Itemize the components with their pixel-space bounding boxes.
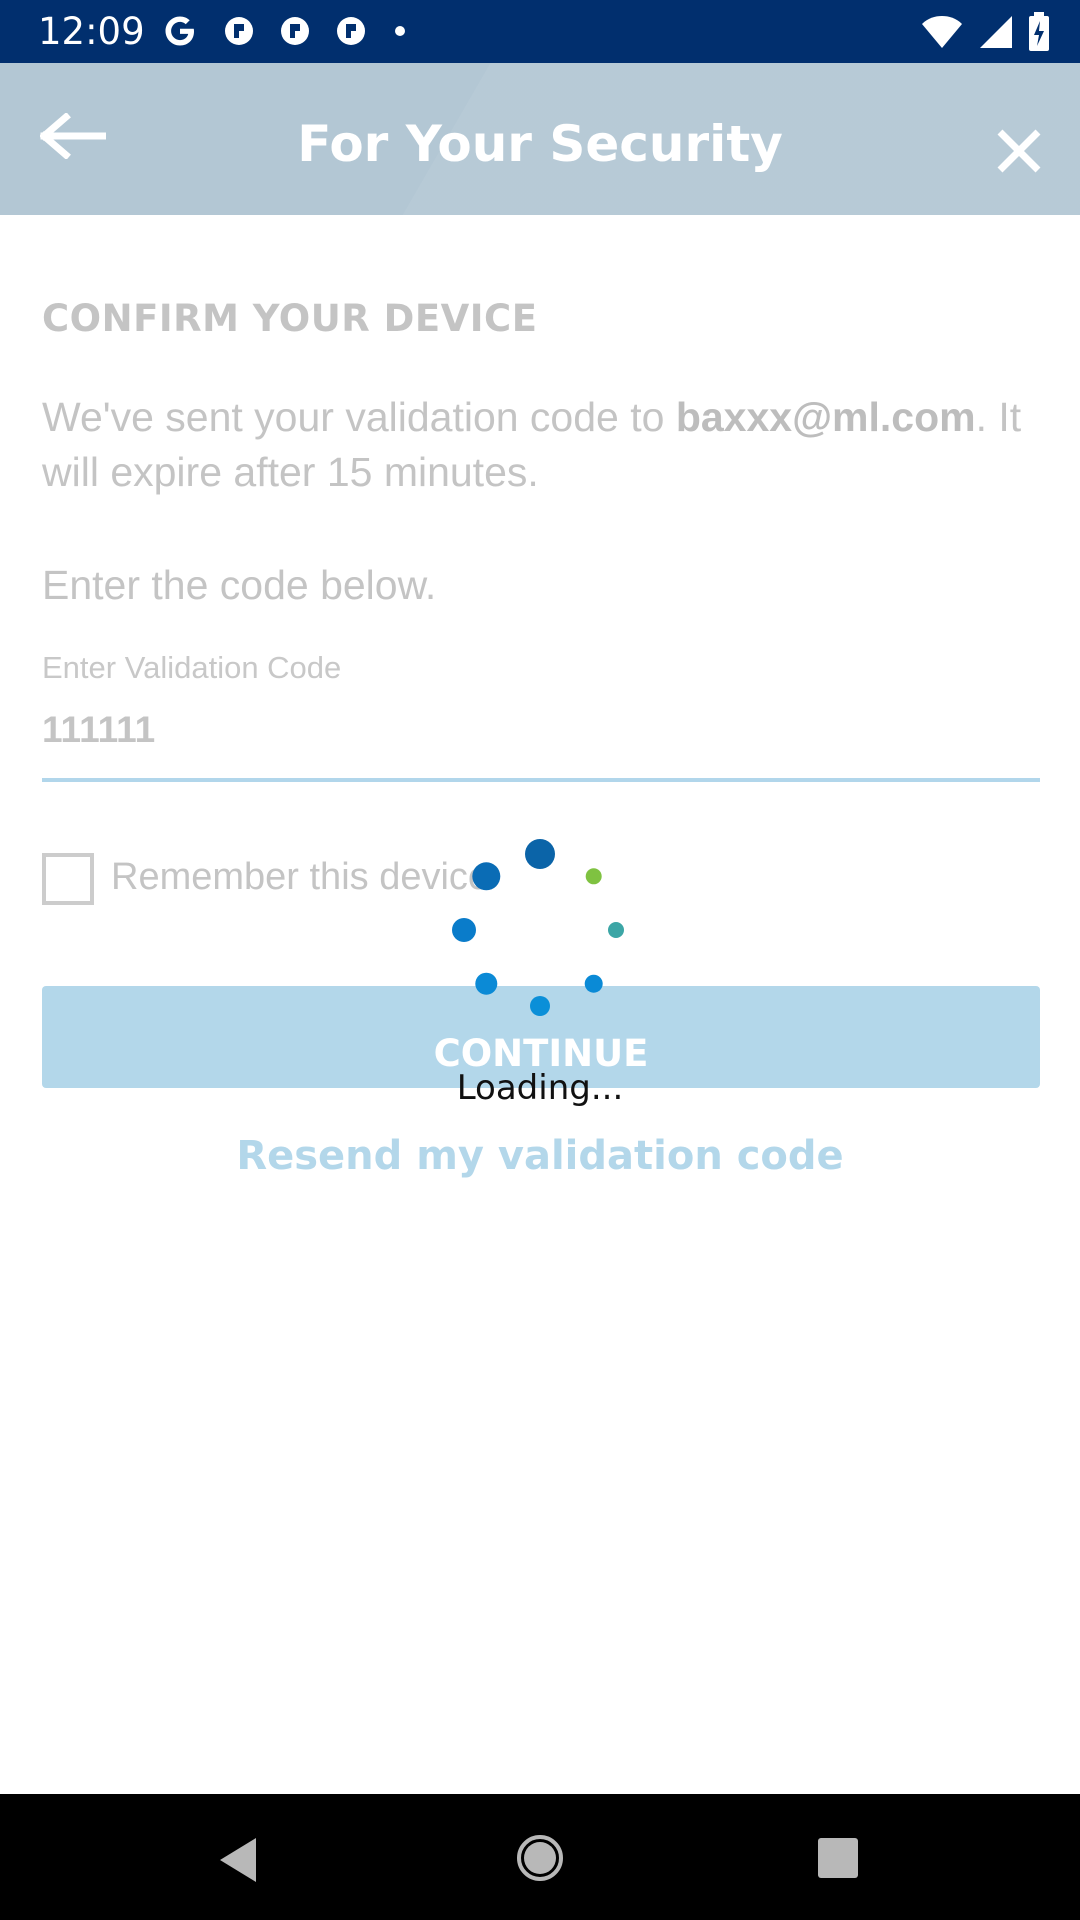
remember-device-label[interactable]: Remember this device — [111, 856, 489, 899]
validation-code-input[interactable] — [42, 700, 1040, 760]
spinner-dot — [530, 996, 550, 1016]
resend-code-link[interactable]: Resend my validation code — [0, 1133, 1080, 1179]
validation-code-label: Enter Validation Code — [42, 650, 342, 685]
wifi-icon — [922, 16, 962, 48]
info-prefix: We've sent your validation code to — [42, 394, 676, 440]
notification-icon — [281, 17, 309, 45]
nav-home-icon[interactable] — [516, 1834, 564, 1882]
nav-recents-icon[interactable] — [816, 1836, 860, 1880]
spinner-dot — [472, 862, 501, 891]
dot-icon — [395, 26, 405, 36]
cell-signal-icon — [980, 16, 1012, 48]
status-notification-icons — [160, 8, 410, 54]
status-system-icons — [920, 10, 1050, 54]
header-bar: For Your Security — [0, 63, 1080, 215]
status-time: 12:09 — [38, 10, 145, 53]
masked-email: baxxx@ml.com — [675, 394, 976, 440]
remember-device-checkbox[interactable] — [42, 853, 94, 905]
validation-info-text: We've sent your validation code to baxxx… — [42, 390, 1042, 500]
google-icon — [165, 16, 194, 46]
close-icon[interactable] — [996, 128, 1042, 174]
loading-spinner — [452, 839, 624, 1016]
spinner-dot — [585, 868, 602, 885]
validation-code-underline — [42, 778, 1040, 782]
notification-icon — [225, 17, 253, 45]
navigation-bar — [0, 1794, 1080, 1920]
spinner-dot — [452, 918, 476, 942]
spinner-dot — [475, 972, 498, 995]
page-title: For Your Security — [297, 115, 783, 173]
status-bar: 12:09 — [0, 0, 1080, 63]
spinner-dot — [608, 922, 624, 938]
section-heading: CONFIRM YOUR DEVICE — [42, 297, 538, 340]
notification-icon — [337, 17, 365, 45]
loading-text: Loading... — [456, 1068, 624, 1108]
spinner-dot — [525, 839, 555, 869]
spinner-dot — [584, 974, 603, 993]
enter-code-instruction: Enter the code below. — [42, 562, 437, 608]
battery-charging-icon — [1029, 12, 1049, 51]
nav-back-icon[interactable] — [216, 1836, 260, 1884]
